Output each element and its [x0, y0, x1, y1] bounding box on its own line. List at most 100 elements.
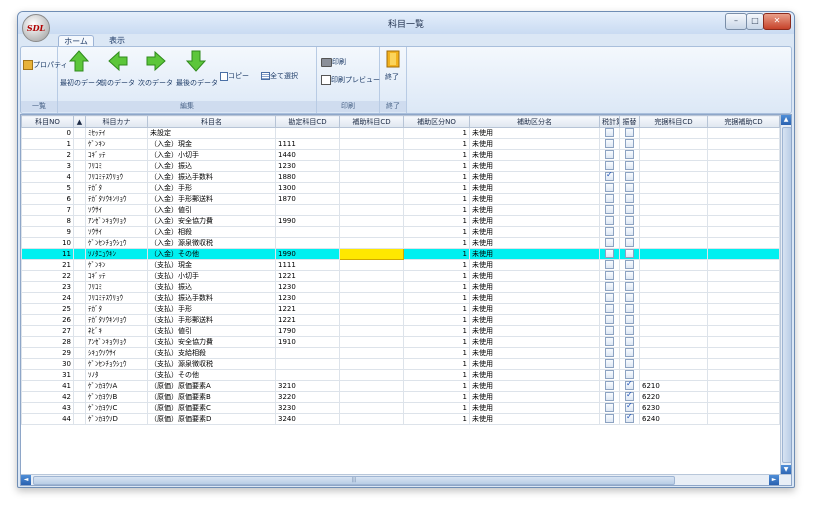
cell-spacer[interactable]: [73, 182, 86, 194]
checkbox[interactable]: [625, 227, 634, 237]
cell-account-cd[interactable]: 1790: [275, 325, 340, 337]
cell-complete-cd[interactable]: [639, 171, 708, 183]
cell-sub-cd[interactable]: [339, 347, 404, 359]
cell-account-cd[interactable]: [275, 127, 340, 139]
cell-kana[interactable]: ｹﾞﾝｶﾖｳｿB: [85, 391, 148, 403]
checkbox[interactable]: [605, 150, 614, 160]
checkbox[interactable]: [605, 249, 614, 259]
cell-sub-div-no[interactable]: 1: [403, 237, 470, 249]
cell-sub-div-no[interactable]: 1: [403, 215, 470, 227]
cell-complete-sub-cd[interactable]: [707, 402, 780, 414]
cell-account-cd[interactable]: [275, 204, 340, 216]
cell-sub-div-no[interactable]: 1: [403, 160, 470, 172]
col-header-transfer[interactable]: 振替: [619, 115, 640, 128]
print-preview-button[interactable]: 印刷プレビュー: [321, 75, 380, 85]
exit-button[interactable]: 終了: [382, 50, 404, 90]
cell-complete-sub-cd[interactable]: [707, 270, 780, 282]
col-header-tax[interactable]: 税計算: [599, 115, 620, 128]
tab-view[interactable]: 表示: [102, 35, 132, 46]
cell-name[interactable]: （入金）安全協力費: [147, 215, 276, 227]
cell-complete-sub-cd[interactable]: [707, 303, 780, 315]
cell-sub-div-no[interactable]: 1: [403, 369, 470, 381]
checkbox[interactable]: [605, 216, 614, 226]
cell-complete-cd[interactable]: [639, 193, 708, 205]
cell-no[interactable]: 28: [21, 336, 74, 348]
print-button[interactable]: 印刷: [321, 57, 346, 67]
cell-sub-div-no[interactable]: 1: [403, 358, 470, 370]
cell-complete-sub-cd[interactable]: [707, 248, 780, 260]
cell-sub-div-name[interactable]: 未使用: [469, 369, 600, 381]
cell-complete-sub-cd[interactable]: [707, 292, 780, 304]
cell-name[interactable]: （入金）手形郵送料: [147, 193, 276, 205]
cell-spacer[interactable]: [73, 149, 86, 161]
col-header-sub-div-name[interactable]: 補助区分名: [469, 115, 600, 128]
table-row[interactable]: 3 ﾌﾘｺﾐ （入金）振込 1230 1 未使用: [21, 160, 780, 172]
cell-sub-cd[interactable]: [339, 138, 404, 150]
cell-tax[interactable]: [599, 204, 620, 216]
cell-sub-div-name[interactable]: 未使用: [469, 358, 600, 370]
cell-sub-cd[interactable]: [339, 182, 404, 194]
checkbox[interactable]: [625, 370, 634, 380]
cell-sub-div-name[interactable]: 未使用: [469, 270, 600, 282]
cell-no[interactable]: 31: [21, 369, 74, 381]
cell-sub-div-name[interactable]: 未使用: [469, 380, 600, 392]
cell-sub-div-no[interactable]: 1: [403, 281, 470, 293]
cell-transfer[interactable]: [619, 193, 640, 205]
cell-sub-div-no[interactable]: 1: [403, 127, 470, 139]
cell-spacer[interactable]: [73, 413, 86, 425]
cell-sub-div-name[interactable]: 未使用: [469, 193, 600, 205]
cell-sub-cd[interactable]: [339, 358, 404, 370]
select-all-button[interactable]: 全て選択: [261, 71, 298, 81]
cell-tax[interactable]: [599, 215, 620, 227]
cell-complete-sub-cd[interactable]: [707, 160, 780, 172]
cell-tax[interactable]: [599, 303, 620, 315]
cell-name[interactable]: （入金）振込手数料: [147, 171, 276, 183]
checkbox[interactable]: [605, 194, 614, 204]
checkbox[interactable]: [605, 282, 614, 292]
cell-sub-cd[interactable]: [339, 160, 404, 172]
cell-complete-cd[interactable]: [639, 149, 708, 161]
cell-sub-div-name[interactable]: 未使用: [469, 391, 600, 403]
col-header-account-cd[interactable]: 勘定科目CD: [275, 115, 340, 128]
cell-sub-div-name[interactable]: 未使用: [469, 171, 600, 183]
table-row[interactable]: 30 ｹﾞﾝｾﾝﾁｮｳｼｭｳ （支払）源泉徴収税 1 未使用: [21, 358, 780, 370]
cell-transfer[interactable]: [619, 226, 640, 238]
cell-spacer[interactable]: [73, 358, 86, 370]
cell-sub-cd[interactable]: [339, 325, 404, 337]
checkbox[interactable]: [605, 326, 614, 336]
cell-sub-div-no[interactable]: 1: [403, 149, 470, 161]
cell-account-cd[interactable]: [275, 358, 340, 370]
cell-account-cd[interactable]: 1230: [275, 160, 340, 172]
col-header-name[interactable]: 科目名: [147, 115, 276, 128]
cell-complete-sub-cd[interactable]: [707, 391, 780, 403]
checkbox[interactable]: [625, 260, 634, 270]
cell-no[interactable]: 0: [21, 127, 74, 139]
col-header-complete-cd[interactable]: 完据科目CD: [639, 115, 708, 128]
cell-spacer[interactable]: [73, 281, 86, 293]
cell-sub-cd[interactable]: [339, 259, 404, 271]
cell-sub-cd[interactable]: [339, 413, 404, 425]
cell-no[interactable]: 23: [21, 281, 74, 293]
cell-tax[interactable]: [599, 248, 620, 260]
cell-kana[interactable]: ｹﾞﾝｾﾝﾁｮｳｼｭｳ: [85, 358, 148, 370]
cell-account-cd[interactable]: 1221: [275, 303, 340, 315]
cell-no[interactable]: 1: [21, 138, 74, 150]
cell-complete-cd[interactable]: [639, 138, 708, 150]
checkbox[interactable]: [625, 359, 634, 369]
cell-tax[interactable]: [599, 336, 620, 348]
cell-spacer[interactable]: [73, 369, 86, 381]
cell-tax[interactable]: [599, 237, 620, 249]
cell-complete-sub-cd[interactable]: [707, 182, 780, 194]
checkbox[interactable]: [605, 304, 614, 314]
table-row[interactable]: 22 ｺｷﾞｯﾃ （支払）小切手 1221 1 未使用: [21, 270, 780, 282]
checkbox[interactable]: [605, 260, 614, 270]
table-row[interactable]: 31 ｿﾉﾀ （支払）その他 1 未使用: [21, 369, 780, 381]
cell-kana[interactable]: ｹﾞﾝｷﾝ: [85, 259, 148, 271]
cell-name[interactable]: （支払）現金: [147, 259, 276, 271]
cell-kana[interactable]: ﾃｶﾞﾀ: [85, 182, 148, 194]
cell-kana[interactable]: ﾃｶﾞﾀｿｳｷﾝﾘｮｳ: [85, 314, 148, 326]
table-row[interactable]: 28 ｱﾝｾﾞﾝｷｮｳﾘｮｸ （支払）安全協力費 1910 1 未使用: [21, 336, 780, 348]
cell-transfer[interactable]: [619, 270, 640, 282]
cell-no[interactable]: 44: [21, 413, 74, 425]
cell-account-cd[interactable]: [275, 226, 340, 238]
